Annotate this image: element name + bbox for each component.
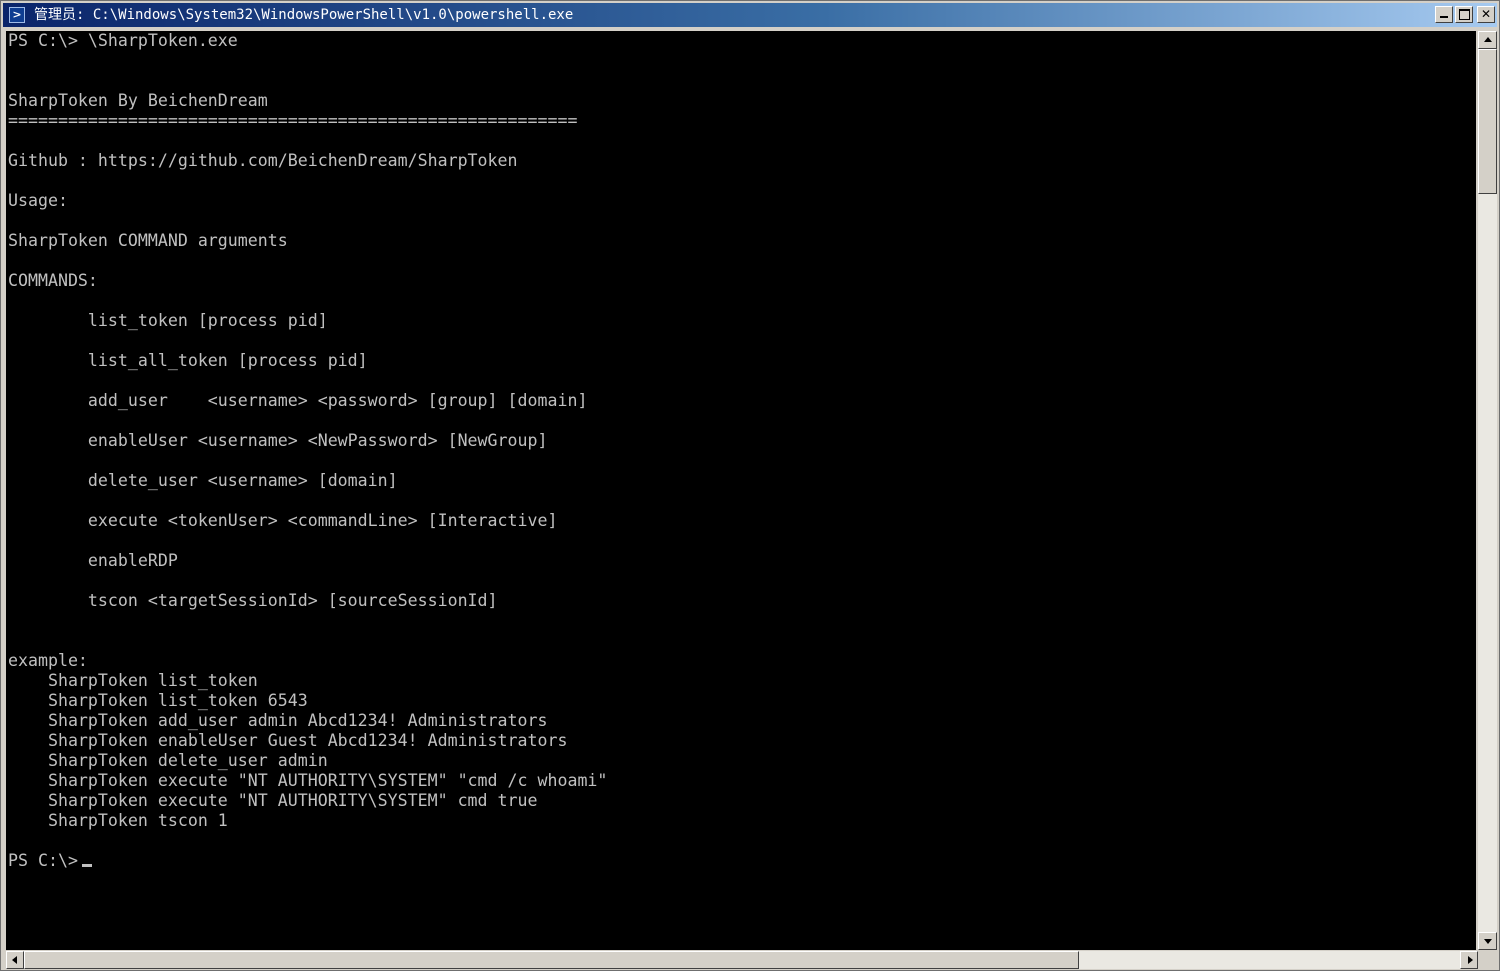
console-line: SharpToken add_user admin Abcd1234! Admi… (8, 711, 548, 730)
scroll-right-button[interactable] (1460, 951, 1478, 969)
arrow-down-icon (1484, 939, 1492, 944)
console-line: example: (8, 651, 88, 670)
powershell-window: > 管理员: C:\Windows\System32\WindowsPowerS… (0, 0, 1500, 971)
console-line: list_all_token [process pid] (8, 351, 368, 370)
console-line: add_user <username> <password> [group] [… (8, 391, 588, 410)
maximize-icon (1458, 9, 1470, 20)
close-button[interactable]: ✕ (1477, 6, 1495, 23)
console-line: execute <tokenUser> <commandLine> [Inter… (8, 511, 558, 530)
horizontal-scrollbar[interactable] (6, 951, 1478, 969)
minimize-icon (1440, 16, 1448, 18)
console-line: ========================================… (8, 111, 578, 130)
close-icon: ✕ (1480, 7, 1492, 21)
minimize-button[interactable] (1435, 6, 1453, 23)
console-line: SharpToken By BeichenDream (8, 91, 268, 110)
text-cursor (81, 864, 92, 867)
vertical-scrollbar[interactable] (1478, 31, 1497, 950)
scroll-left-button[interactable] (6, 951, 24, 969)
maximize-button[interactable] (1455, 6, 1473, 23)
console-line: PS C:\> \SharpToken.exe (8, 31, 238, 50)
console-line: SharpToken enableUser Guest Abcd1234! Ad… (8, 731, 568, 750)
title-bar[interactable]: > 管理员: C:\Windows\System32\WindowsPowerS… (3, 3, 1497, 27)
console-line: Usage: (8, 191, 68, 210)
console-lines: PS C:\> \SharpToken.exe SharpToken By Be… (8, 31, 607, 830)
arrow-left-icon (12, 956, 17, 964)
horizontal-scroll-thumb[interactable] (24, 951, 1079, 969)
console-prompt: PS C:\> (8, 851, 78, 870)
console-line: enableUser <username> <NewPassword> [New… (8, 431, 548, 450)
arrow-right-icon (1468, 956, 1473, 964)
scroll-up-button[interactable] (1478, 31, 1497, 49)
console-output[interactable]: PS C:\> \SharpToken.exe SharpToken By Be… (6, 31, 1476, 950)
console-line: SharpToken execute "NT AUTHORITY\SYSTEM"… (8, 791, 538, 810)
console-line: COMMANDS: (8, 271, 98, 290)
console-line: SharpToken list_token 6543 (8, 691, 308, 710)
console-line: Github : https://github.com/BeichenDream… (8, 151, 518, 170)
console-line: SharpToken execute "NT AUTHORITY\SYSTEM"… (8, 771, 608, 790)
vertical-scroll-thumb[interactable] (1478, 49, 1497, 194)
console-line: SharpToken delete_user admin (8, 751, 328, 770)
console-line: delete_user <username> [domain] (8, 471, 398, 490)
window-title: 管理员: C:\Windows\System32\WindowsPowerShe… (34, 7, 574, 23)
console-text: PS C:\> \SharpToken.exe SharpToken By Be… (6, 31, 1476, 871)
console-line: tscon <targetSessionId> [sourceSessionId… (8, 591, 498, 610)
arrow-up-icon (1484, 37, 1492, 42)
size-grip[interactable] (1478, 951, 1497, 969)
console-line: SharpToken list_token (8, 671, 258, 690)
scroll-down-button[interactable] (1478, 932, 1497, 950)
powershell-icon[interactable]: > (9, 7, 25, 23)
console-line: list_token [process pid] (8, 311, 328, 330)
console-line: SharpToken tscon 1 (8, 811, 228, 830)
console-line: SharpToken COMMAND arguments (8, 231, 288, 250)
console-line: enableRDP (8, 551, 178, 570)
